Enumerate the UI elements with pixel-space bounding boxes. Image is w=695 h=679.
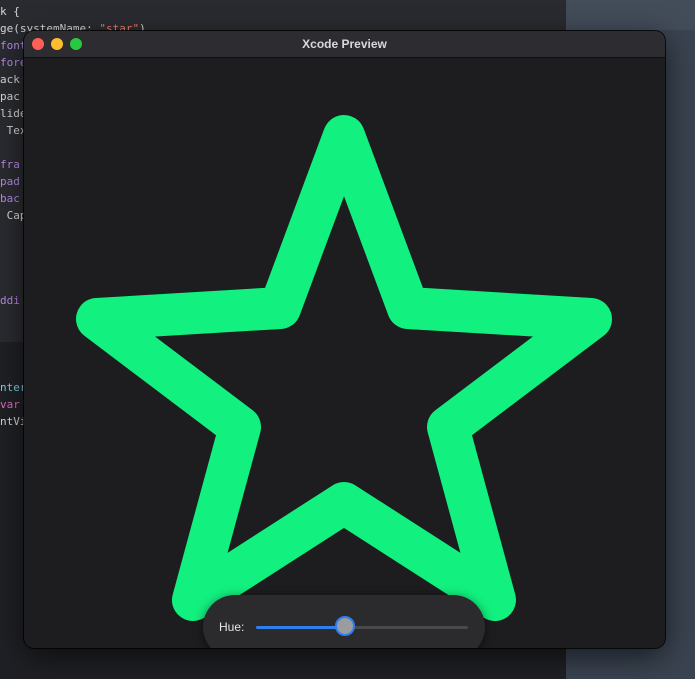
code-line: Tex: [0, 124, 27, 137]
hue-slider-thumb[interactable]: [335, 616, 356, 636]
code-line: Cap: [0, 209, 27, 222]
code-line: var: [0, 398, 20, 411]
code-line: fore: [0, 56, 27, 69]
code-line: nter: [0, 381, 27, 394]
hue-control: Hue:: [203, 595, 485, 648]
code-line: fra: [0, 158, 20, 171]
window-titlebar[interactable]: Xcode Preview: [24, 31, 665, 58]
code-line: lide: [0, 107, 27, 120]
desktop: k {ge(systemName: "star") font fore ack pac l…: [0, 0, 695, 679]
hue-label: Hue:: [219, 620, 245, 634]
code-line: ntVi: [0, 415, 27, 428]
star-outline: [76, 115, 612, 621]
code-line: bac: [0, 192, 20, 205]
right-panel-header: [566, 0, 695, 30]
code-line: pac: [0, 90, 20, 103]
window-title: Xcode Preview: [302, 37, 387, 51]
code-line: ack: [0, 73, 20, 86]
code-line: font: [0, 39, 27, 52]
xcode-preview-window: Xcode Preview Hue:: [24, 31, 665, 648]
hue-slider-track[interactable]: [256, 626, 468, 629]
code-line: pad: [0, 175, 20, 188]
code-line: ddi: [0, 294, 20, 307]
star-icon: [76, 115, 612, 621]
hue-slider-fill: [256, 626, 346, 629]
preview-canvas: Hue:: [24, 58, 665, 648]
code-line: k {: [0, 5, 20, 18]
